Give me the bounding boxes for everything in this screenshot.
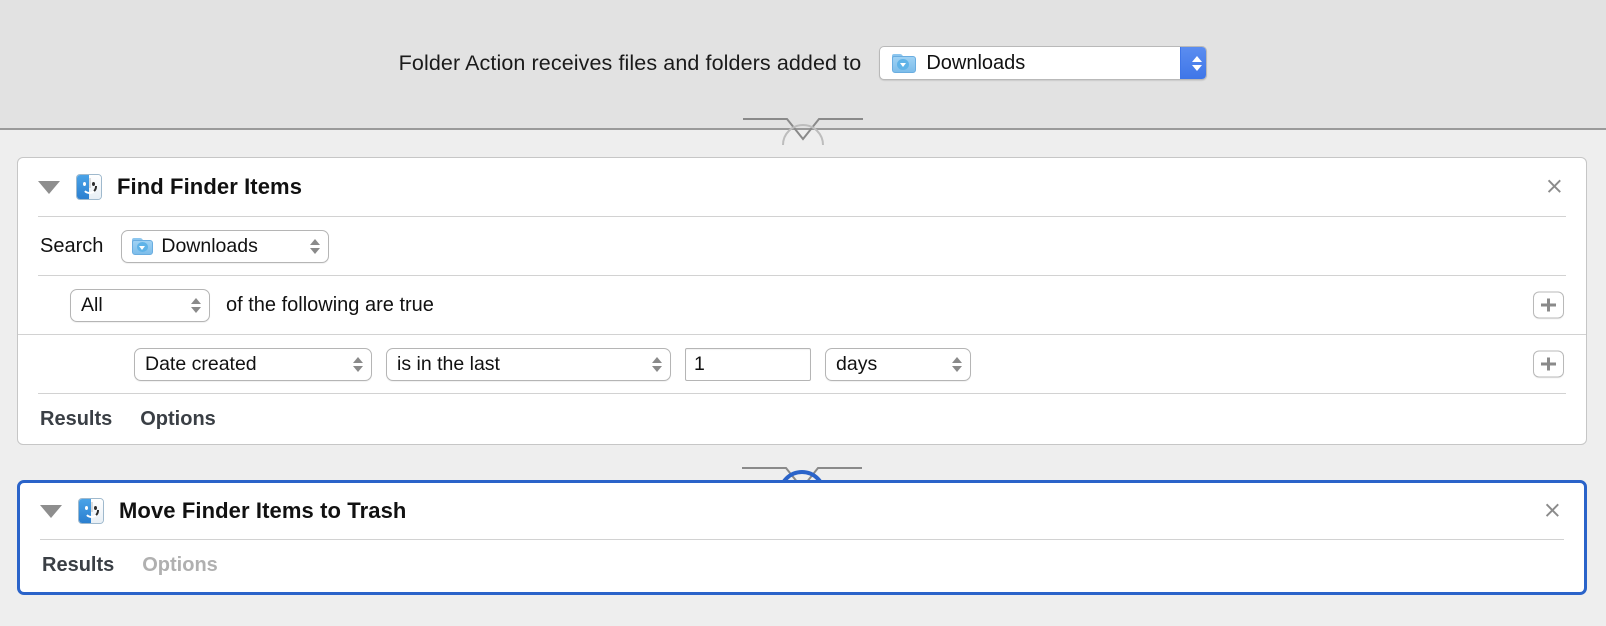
folder-target-popup-button[interactable]: Downloads — [879, 46, 1208, 80]
folder-action-header: Folder Action receives files and folders… — [0, 0, 1606, 130]
disclosure-triangle-down-icon[interactable] — [38, 180, 60, 194]
tab-options[interactable]: Options — [142, 554, 218, 577]
action-header[interactable]: Move Finder Items to Trash × — [20, 483, 1584, 539]
action-move-finder-items-to-trash[interactable]: Move Finder Items to Trash × Results Opt… — [17, 480, 1587, 595]
folder-target-value: Downloads — [926, 51, 1026, 74]
folder-action-description: Folder Action receives files and folders… — [398, 50, 862, 75]
search-location-popup-button[interactable]: Downloads — [121, 229, 330, 263]
automator-workflow-window: Folder Action receives files and folders… — [0, 0, 1606, 626]
search-location-value: Downloads — [161, 234, 258, 257]
tab-results[interactable]: Results — [42, 554, 114, 577]
criteria-attribute-popup-button[interactable]: Date created — [134, 347, 372, 381]
up-down-chevron-icon[interactable] — [1180, 47, 1207, 79]
action-header[interactable]: Find Finder Items × — [18, 158, 1586, 216]
disclosure-triangle-down-icon[interactable] — [40, 504, 62, 518]
add-rule-button[interactable] — [1533, 291, 1564, 319]
action-title: Find Finder Items — [117, 174, 303, 199]
search-label: Search — [40, 234, 104, 257]
downloads-folder-icon — [892, 53, 917, 73]
criteria-operator-popup-button[interactable]: is in the last — [386, 347, 671, 381]
criteria-row: Date created is in the last 1 days — [18, 335, 1586, 393]
close-icon[interactable]: × — [1543, 499, 1562, 523]
criteria-amount-input[interactable]: 1 — [685, 347, 811, 381]
action-tabs: Results Options — [20, 540, 1584, 590]
finder-icon — [76, 174, 102, 200]
action-find-finder-items[interactable]: Find Finder Items × Search Downloads All… — [17, 157, 1587, 494]
criteria-operator-value: is in the last — [397, 352, 500, 375]
tab-results[interactable]: Results — [40, 408, 112, 431]
action-tabs: Results Options — [18, 394, 1586, 444]
match-rule-label: of the following are true — [226, 293, 434, 316]
action-title: Move Finder Items to Trash — [119, 498, 407, 523]
tab-options[interactable]: Options — [140, 408, 216, 431]
workflow-canvas: Find Finder Items × Search Downloads All… — [0, 118, 1606, 626]
match-type-value: All — [81, 293, 103, 316]
criteria-unit-popup-button[interactable]: days — [825, 347, 971, 381]
criteria-unit-value: days — [836, 352, 878, 375]
finder-icon — [78, 498, 104, 524]
search-row: Search Downloads — [18, 217, 1586, 275]
close-icon[interactable]: × — [1545, 175, 1564, 199]
match-rule-row: All of the following are true — [18, 276, 1586, 334]
match-type-popup-button[interactable]: All — [70, 288, 210, 322]
downloads-folder-icon — [132, 237, 154, 255]
add-criteria-button[interactable] — [1533, 350, 1564, 378]
criteria-attribute-value: Date created — [145, 352, 257, 375]
